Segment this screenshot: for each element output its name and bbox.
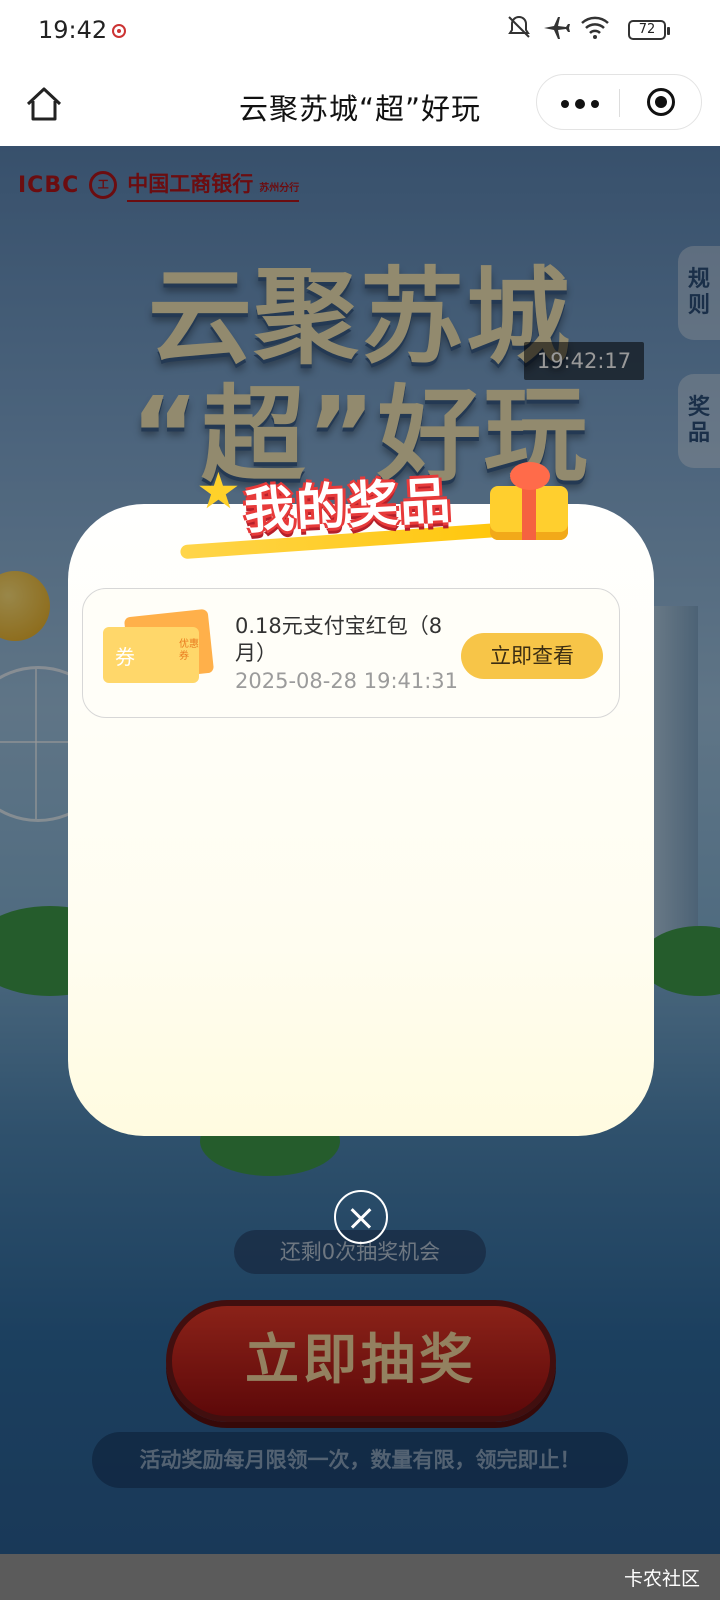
recording-icon (112, 24, 126, 38)
more-button[interactable] (537, 75, 619, 129)
my-prizes-modal: ★ 我的奖品 券 优惠券 0.18元支付宝红包（8月） 2025-08-28 1… (68, 462, 654, 1136)
modal-title: 我的奖品 (242, 471, 454, 541)
prize-time: 2025-08-28 19:41:31 (235, 669, 459, 693)
airplane-icon (544, 17, 570, 39)
more-dot-icon (591, 100, 599, 108)
coupon-char: 券 (115, 645, 135, 669)
bottom-bar: 卡农社区 (0, 1554, 720, 1600)
coupon-tag: 优惠券 (179, 639, 199, 662)
prize-name: 0.18元支付宝红包（8月） (235, 614, 443, 665)
mini-program-capsule (536, 74, 702, 130)
more-dot-icon (575, 99, 585, 109)
battery-icon: 72 (628, 20, 670, 40)
bell-off-icon (508, 15, 530, 38)
exit-mini-program-icon[interactable] (647, 88, 675, 116)
capsule-divider (619, 89, 620, 117)
star-icon: ★ (196, 462, 241, 520)
more-dot-icon (561, 100, 569, 108)
modal-header: ★ 我的奖品 (68, 460, 654, 580)
prize-item: 券 优惠券 0.18元支付宝红包（8月） 2025-08-28 19:41:31… (82, 588, 620, 718)
gift-box-icon (484, 456, 576, 540)
status-time: 19:42 (38, 16, 108, 44)
wifi-icon (581, 16, 609, 39)
nav-bar: 云聚苏城“超”好玩 (0, 62, 720, 146)
view-now-button[interactable]: 立即查看 (461, 633, 603, 679)
status-bar: 19:42 72 (0, 0, 720, 62)
close-modal-icon[interactable] (334, 1190, 388, 1244)
coupon-icon: 券 优惠券 (103, 608, 215, 685)
watermark: 卡农社区 (623, 1568, 700, 1590)
